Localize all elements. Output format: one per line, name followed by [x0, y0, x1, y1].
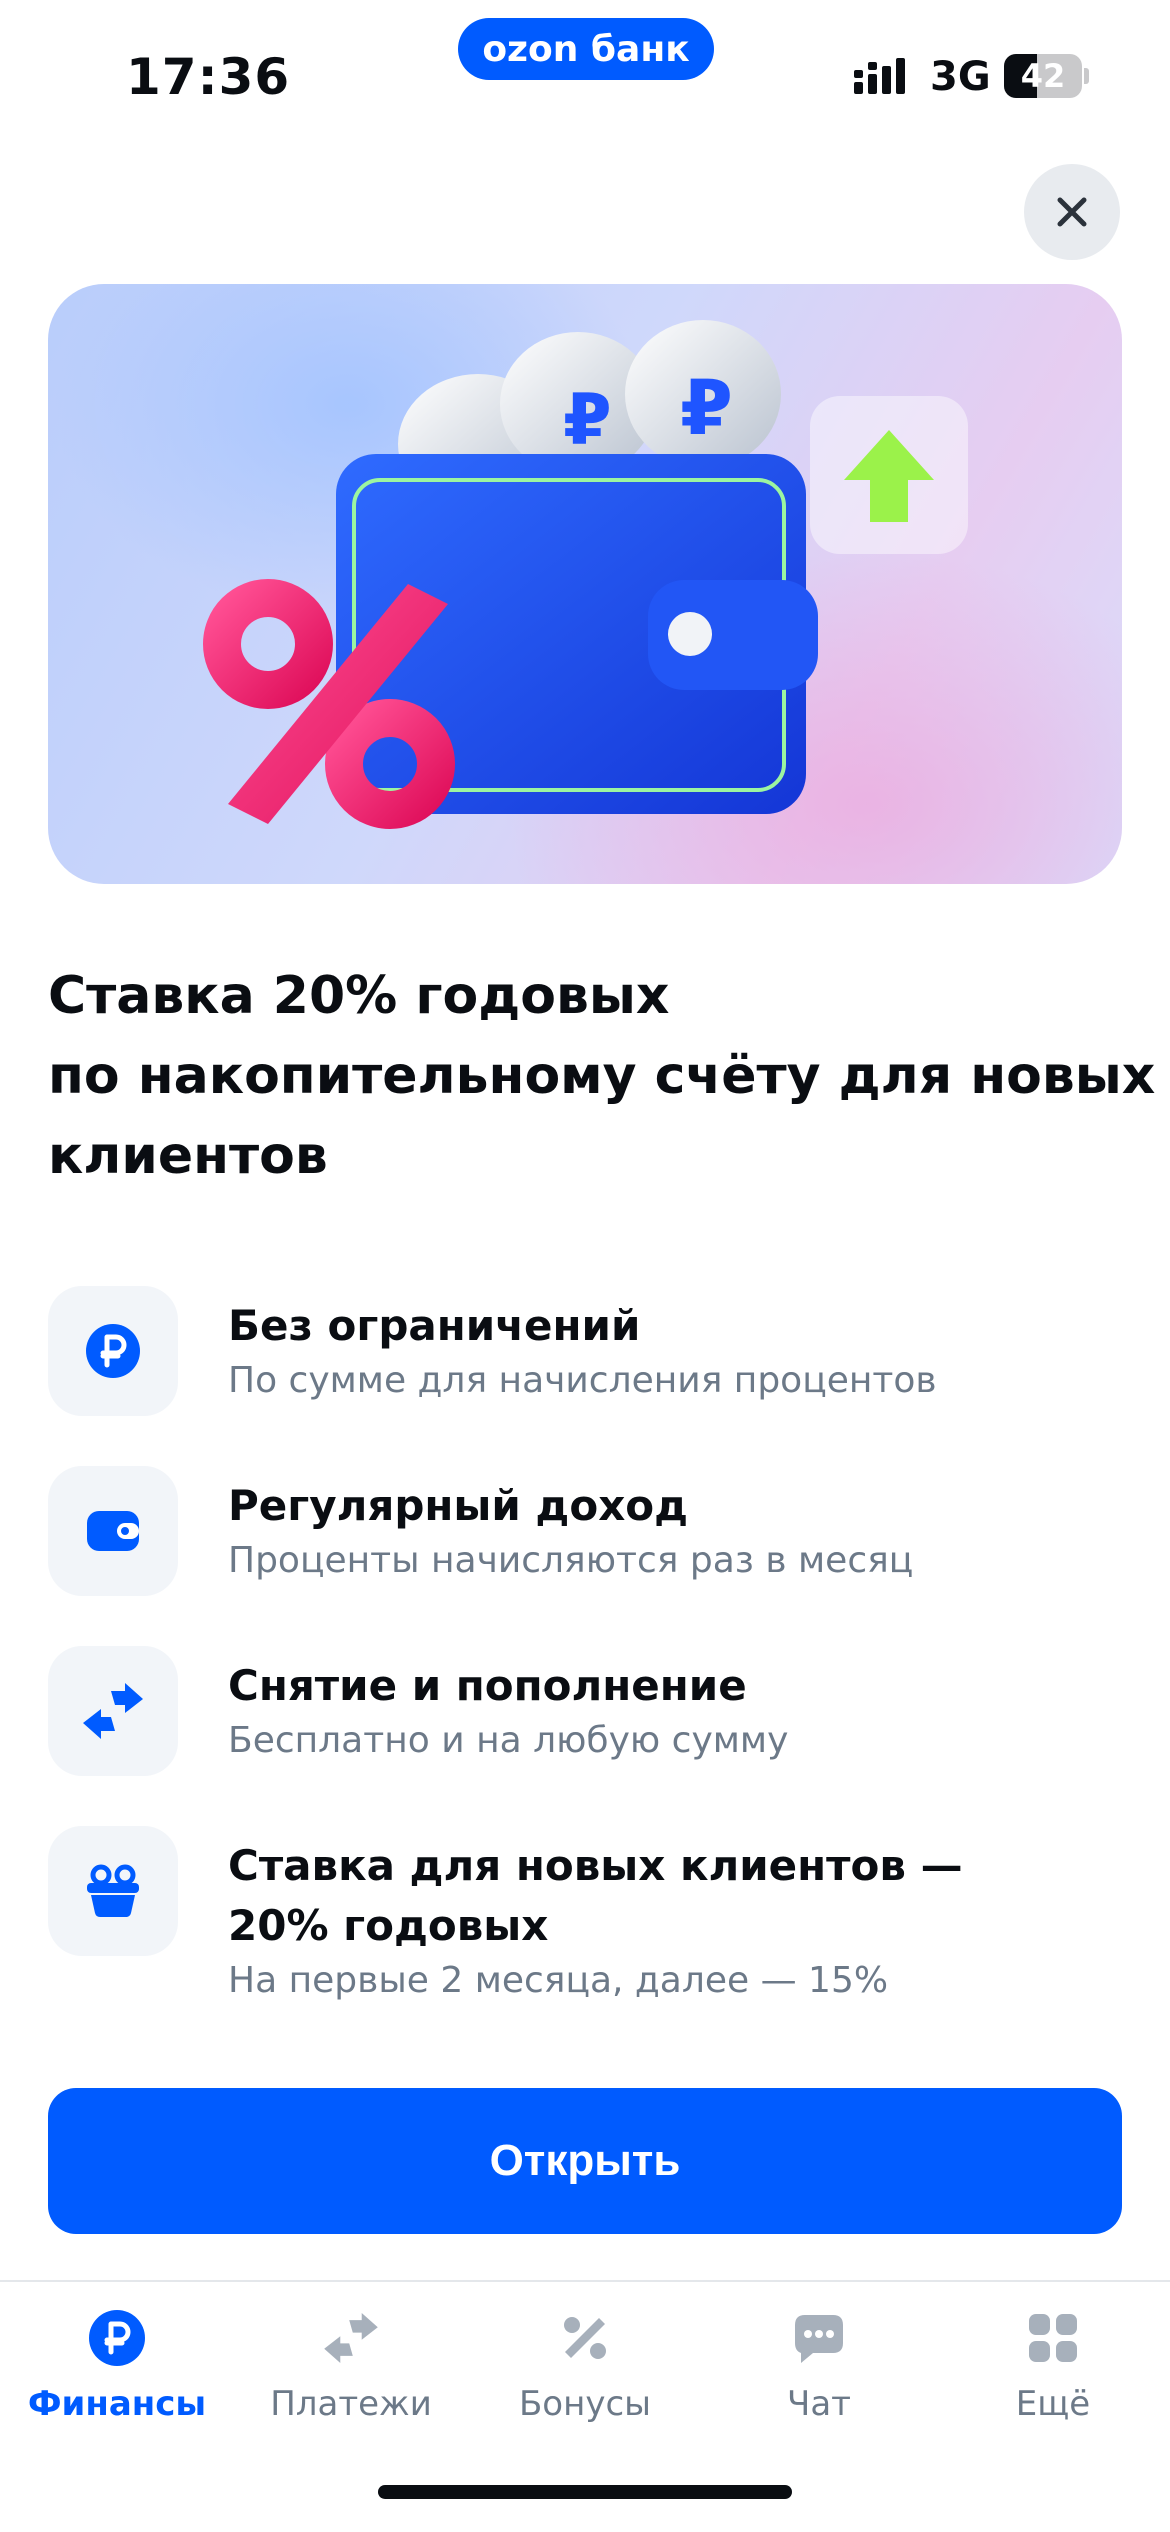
feature-title: Регулярный доход	[228, 1481, 689, 1530]
tab-more[interactable]: Ещё	[936, 2282, 1170, 2472]
feature-subtitle: По сумме для начисления процентов	[228, 1360, 937, 1401]
feature-title: Без ограничений	[228, 1301, 641, 1350]
grid-icon	[1029, 2314, 1077, 2362]
hero-illustration: ₽ ₽	[203, 320, 968, 829]
tab-bonuses[interactable]: Бонусы	[468, 2282, 702, 2472]
tab-label: Ещё	[1015, 2384, 1091, 2424]
battery-icon: 42	[1004, 54, 1089, 98]
open-account-button[interactable]: Открыть	[48, 2088, 1122, 2234]
transfer-arrows-icon	[83, 1683, 143, 1739]
title-line-1: Ставка 20% годовых	[48, 966, 670, 1026]
svg-text:₽: ₽	[680, 363, 733, 452]
feature-title: Ставка для новых клиентов — 20% годовых	[228, 1836, 1048, 1956]
ruble-icon	[86, 1324, 140, 1378]
tab-finances[interactable]: Финансы	[0, 2282, 234, 2472]
tab-payments[interactable]: Платежи	[234, 2282, 468, 2472]
wallet-icon	[87, 1511, 139, 1551]
close-button[interactable]	[1024, 164, 1120, 260]
tab-label: Платежи	[270, 2384, 432, 2424]
close-icon	[1057, 197, 1087, 227]
network-type: 3G	[930, 54, 991, 100]
home-indicator	[378, 2485, 792, 2499]
brand-pill: ozon банк	[458, 18, 714, 80]
hero-banner: ₽ ₽	[48, 284, 1122, 884]
page-title: Ставка 20% годовых по накопительному счё…	[48, 956, 1156, 1196]
status-bar: 17:36 ozon банк 3G 42	[0, 0, 1170, 140]
feature-title-line-2: 20% годовых	[228, 1901, 549, 1950]
tab-label: Финансы	[27, 2384, 207, 2424]
basket-icon	[87, 1864, 139, 1917]
ruble-icon	[89, 2310, 145, 2366]
title-line-3: клиентов	[48, 1126, 328, 1186]
status-time: 17:36	[126, 48, 291, 106]
chat-icon	[795, 2315, 843, 2363]
transfer-arrows-icon	[324, 2313, 378, 2363]
percent-icon	[203, 579, 455, 829]
feature-subtitle: На первые 2 месяца, далее — 15%	[228, 1960, 889, 2001]
title-line-2: по накопительному счёту для новых	[48, 1046, 1156, 1106]
percent-icon	[564, 2317, 606, 2359]
feature-subtitle: Проценты начисляются раз в месяц	[228, 1540, 914, 1581]
feature-subtitle: Бесплатно и на любую сумму	[228, 1720, 789, 1761]
feature-title-line-1: Ставка для новых клиентов —	[228, 1841, 963, 1890]
svg-text:₽: ₽	[563, 379, 612, 461]
tab-label: Бонусы	[518, 2384, 651, 2424]
arrow-up-icon	[810, 396, 968, 554]
battery-label: 42	[1020, 57, 1066, 95]
signal-icon	[854, 58, 905, 94]
feature-title: Снятие и пополнение	[228, 1661, 747, 1710]
tab-label: Чат	[787, 2384, 851, 2424]
tab-chat[interactable]: Чат	[702, 2282, 936, 2472]
